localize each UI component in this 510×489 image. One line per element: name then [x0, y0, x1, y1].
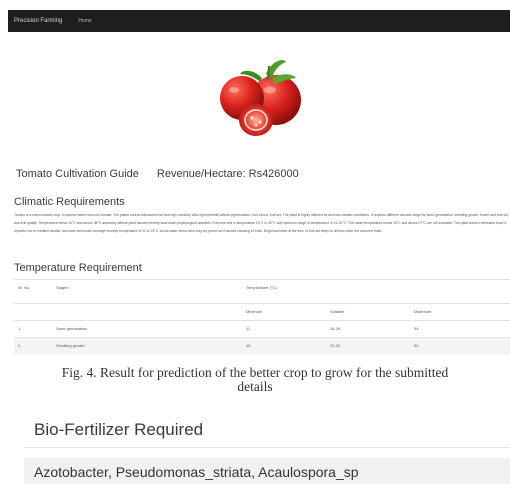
revenue-per-hectare: Revenue/Hectare: Rs426000	[156, 168, 299, 180]
figure-caption-label: Fig. 4.	[61, 365, 97, 380]
col-minimum: Minimum	[242, 303, 326, 321]
figure-caption-text: Result for prediction of the better crop…	[96, 365, 449, 380]
table-row: 2. Seedling growth 16 21-24 32	[14, 337, 510, 355]
guide-header: Tomato Cultivation Guide Revenue/Hectare:…	[16, 168, 299, 180]
table-subheader-row: Minimum Suitable Maximum	[14, 303, 510, 321]
bio-fertilizer-panel: Bio-Fertilizer Required	[24, 412, 510, 448]
guide-title: Tomato Cultivation Guide	[16, 168, 139, 180]
table-row: 1. Seed germination 11 16-29 34	[14, 320, 510, 338]
col-sr-no: Sr. No.	[14, 279, 52, 304]
cell-suitable: 21-24	[326, 337, 410, 355]
app-screenshot: Precision Farming Home Tomato Cultivatio…	[0, 0, 510, 360]
cell-maximum: 32	[410, 337, 510, 355]
bio-fertilizer-title: Bio-Fertilizer Required	[34, 420, 204, 439]
temperature-requirement-heading: Temperature Requirement	[14, 262, 142, 274]
climatic-requirements-text: Tomato is a warm season crop, it require…	[14, 213, 509, 233]
bio-fertilizer-result: Azotobacter, Pseudomonas_striata, Acaulo…	[24, 458, 510, 484]
tomatoes-image	[220, 60, 301, 136]
table-header-row: Sr. No. Stages Temperature (°C)	[14, 279, 510, 304]
col-suitable: Suitable	[326, 303, 410, 321]
cell-stage: Seedling growth	[52, 337, 242, 355]
col-maximum: Maximum	[410, 303, 510, 321]
nav-link-home[interactable]: Home	[78, 18, 91, 24]
figure-caption-line2: details	[237, 379, 273, 394]
bio-fertilizer-value: Azotobacter, Pseudomonas_striata, Acaulo…	[34, 464, 359, 480]
cell-sr: 2.	[14, 337, 52, 355]
cell-suitable: 16-29	[326, 320, 410, 338]
figure-caption: Fig. 4. Result for prediction of the bet…	[0, 366, 510, 394]
col-stages: Stages	[52, 279, 242, 304]
cell-maximum: 34	[410, 320, 510, 338]
col-temperature-group: Temperature (°C)	[242, 279, 510, 304]
temperature-table: Sr. No. Stages Temperature (°C) Minimum …	[14, 279, 510, 355]
climatic-requirements-heading: Climatic Requirements	[14, 196, 125, 208]
navbar: Precision Farming Home	[8, 10, 510, 32]
cell-stage: Seed germination	[52, 320, 242, 338]
navbar-brand[interactable]: Precision Farming	[14, 18, 62, 24]
cell-sr: 1.	[14, 320, 52, 338]
cell-minimum: 11	[242, 320, 326, 338]
cell-minimum: 16	[242, 337, 326, 355]
